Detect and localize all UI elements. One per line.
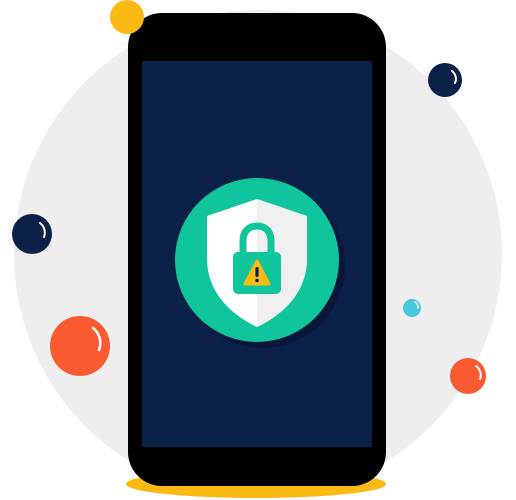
- bubble-cyan: [403, 299, 421, 317]
- bubble-navy-top-right: [428, 63, 462, 97]
- bubble-navy-left: [12, 214, 52, 254]
- bubble-orange-left: [50, 316, 110, 376]
- security-illustration: [12, 0, 502, 498]
- bubble-orange-right: [450, 358, 486, 394]
- bubble-yellow: [110, 0, 144, 34]
